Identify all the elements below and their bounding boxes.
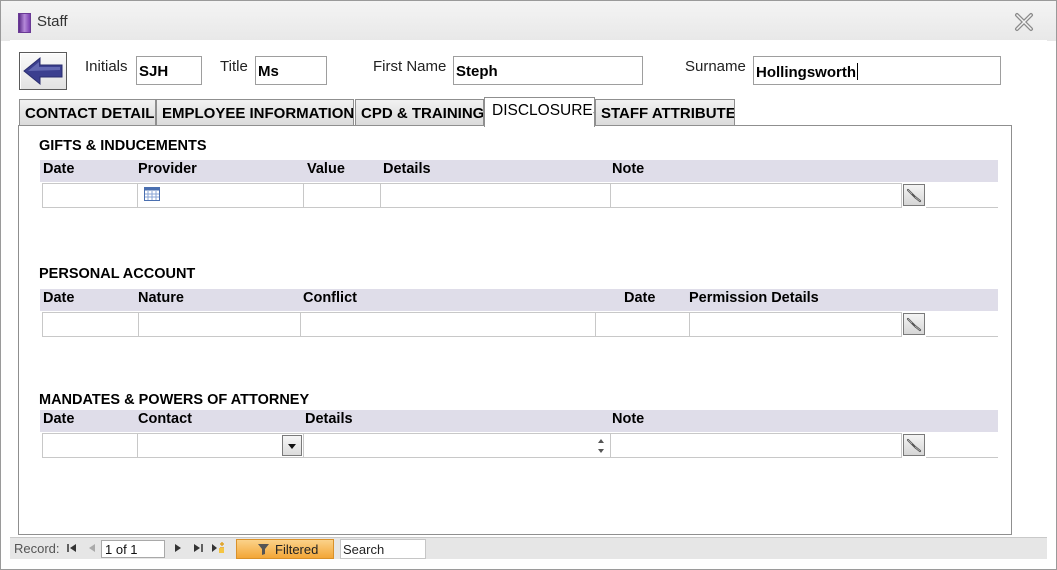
tab-employee-information[interactable]: EMPLOYEE INFORMATION xyxy=(156,99,354,126)
gifts-value-field[interactable] xyxy=(303,183,381,208)
gifts-col-value: Value xyxy=(307,161,345,177)
initials-label: Initials xyxy=(85,58,128,75)
gifts-date-field[interactable] xyxy=(42,183,138,208)
mandates-section-title: MANDATES & POWERS OF ATTORNEY xyxy=(39,392,310,408)
mandates-date-field[interactable] xyxy=(42,433,138,458)
chevron-down-icon xyxy=(288,444,296,449)
gifts-col-provider: Provider xyxy=(138,161,197,177)
personal-col-permission-details: Permission Details xyxy=(689,290,819,306)
filter-label: Filtered xyxy=(275,542,319,557)
personal-date-2-field[interactable] xyxy=(595,312,690,337)
gifts-row-line xyxy=(926,207,998,208)
tab-disclosures[interactable]: DISCLOSURES xyxy=(484,97,595,127)
gifts-col-note: Note xyxy=(612,161,645,177)
text-cursor xyxy=(857,63,858,80)
first-record-icon[interactable] xyxy=(67,543,77,553)
mandates-row-line xyxy=(926,457,998,458)
window-title: Staff xyxy=(37,13,68,30)
mandates-contact-dropdown-button[interactable] xyxy=(282,435,302,456)
personal-col-date-2: Date xyxy=(624,290,656,306)
title-bar: Staff xyxy=(1,1,1056,41)
gifts-link-button[interactable] xyxy=(903,184,925,206)
personal-col-date: Date xyxy=(43,290,75,306)
gifts-section-title: GIFTS & INDUCEMENTS xyxy=(39,138,207,154)
surname-value: Hollingsworth xyxy=(756,64,856,81)
personal-row-line xyxy=(926,336,998,337)
tab-cpd-training[interactable]: CPD & TRAINING xyxy=(355,99,484,126)
first-name-field[interactable]: Steph xyxy=(453,56,643,85)
close-icon[interactable] xyxy=(1013,11,1035,33)
record-label: Record: xyxy=(14,541,60,556)
mandates-col-contact: Contact xyxy=(138,411,192,427)
personal-permission-details-field[interactable] xyxy=(689,312,902,337)
first-name-label: First Name xyxy=(373,58,447,75)
new-record-icon[interactable] xyxy=(211,542,225,554)
gifts-col-date: Date xyxy=(43,161,75,177)
chain-link-icon xyxy=(906,317,922,332)
mandates-col-details: Details xyxy=(305,411,353,427)
mandates-link-button[interactable] xyxy=(903,434,925,456)
previous-record-icon[interactable] xyxy=(87,543,97,553)
current-record-field[interactable]: 1 of 1 xyxy=(101,540,165,558)
mandates-contact-combo[interactable] xyxy=(137,433,304,458)
chain-link-icon xyxy=(906,188,922,203)
title-label: Title xyxy=(220,58,248,75)
back-arrow-icon xyxy=(23,56,63,86)
calendar-icon[interactable] xyxy=(144,187,160,201)
personal-conflict-field[interactable] xyxy=(300,312,596,337)
mandates-details-field[interactable] xyxy=(303,433,611,458)
record-navigation-bar: Record: 1 of 1 Filtered Search xyxy=(10,537,1047,559)
title-field[interactable]: Ms xyxy=(255,56,327,85)
gifts-note-field[interactable] xyxy=(610,183,902,208)
initials-field[interactable]: SJH xyxy=(136,56,202,85)
personal-section-title: PERSONAL ACCOUNT xyxy=(39,266,196,282)
search-input[interactable]: Search xyxy=(340,539,426,559)
personal-col-nature: Nature xyxy=(138,290,184,306)
filter-funnel-icon xyxy=(258,544,269,555)
personal-date-field[interactable] xyxy=(42,312,139,337)
filter-toggle-button[interactable]: Filtered xyxy=(236,539,334,559)
personal-nature-field[interactable] xyxy=(138,312,301,337)
mandates-col-note: Note xyxy=(612,411,645,427)
tab-staff-attributes[interactable]: STAFF ATTRIBUTES xyxy=(595,99,735,126)
gifts-provider-field[interactable] xyxy=(137,183,304,208)
chain-link-icon xyxy=(906,438,922,453)
gifts-details-field[interactable] xyxy=(380,183,611,208)
last-record-icon[interactable] xyxy=(193,543,203,553)
access-form-icon xyxy=(18,13,31,33)
surname-field[interactable]: Hollingsworth xyxy=(753,56,1001,85)
back-button[interactable] xyxy=(19,52,67,90)
mandates-note-field[interactable] xyxy=(610,433,902,458)
mandates-col-date: Date xyxy=(43,411,75,427)
gifts-col-details: Details xyxy=(383,161,431,177)
surname-label: Surname xyxy=(685,58,746,75)
scroll-arrows-icon[interactable] xyxy=(594,435,608,457)
next-record-icon[interactable] xyxy=(173,543,183,553)
tab-contact-details[interactable]: CONTACT DETAILS xyxy=(19,99,156,126)
personal-link-button[interactable] xyxy=(903,313,925,335)
personal-col-conflict: Conflict xyxy=(303,290,357,306)
